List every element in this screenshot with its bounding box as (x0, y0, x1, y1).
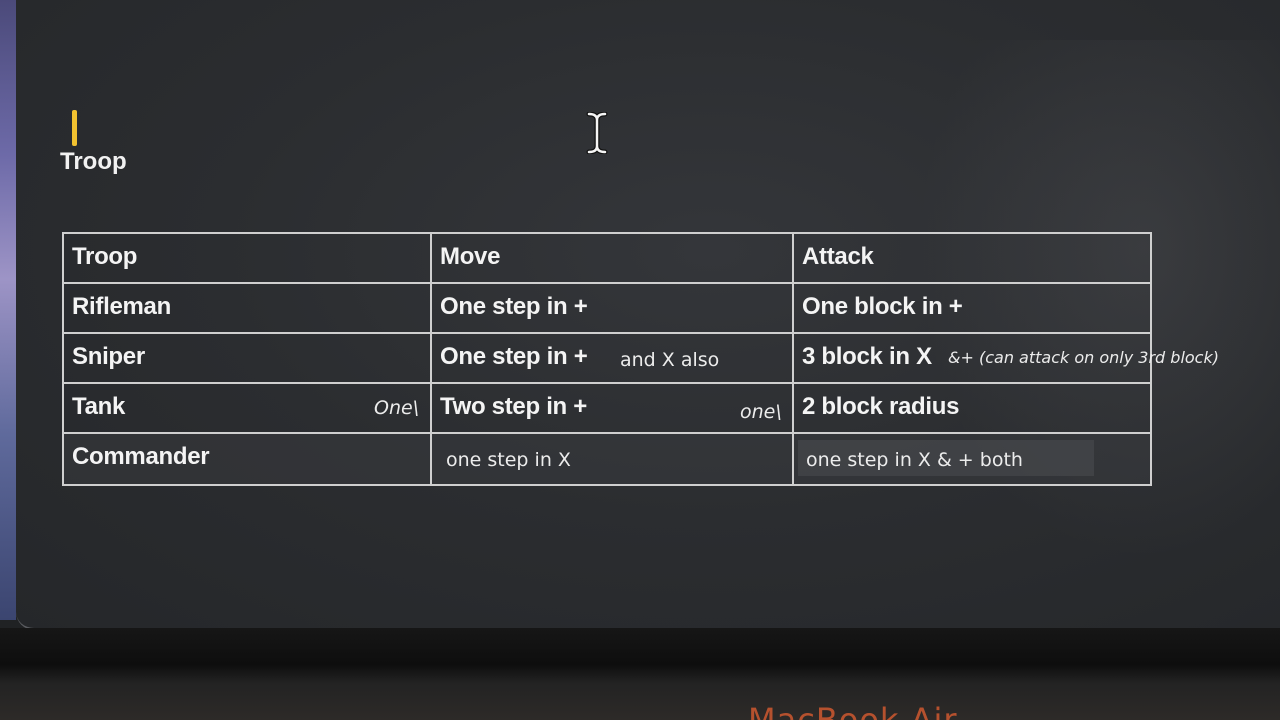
table-cell[interactable]: One step in + (430, 284, 792, 334)
table-cell[interactable]: 3 block in X &+ (can attack on only 3rd … (792, 334, 1219, 384)
header-troop: Troop (72, 243, 138, 270)
table-cell[interactable]: Tank One\ (62, 384, 430, 434)
laptop-brand-label: MacBook Air (748, 701, 958, 720)
table-cell[interactable]: Commander (62, 434, 430, 484)
attack-text: 3 block in X (802, 343, 932, 370)
move-text: Two step in + (440, 393, 588, 420)
troop-name: Commander (72, 443, 210, 470)
troop-name: Rifleman (72, 293, 171, 320)
move-text: One step in + (440, 343, 588, 370)
table-cell[interactable]: Rifleman (62, 284, 430, 334)
document-heading[interactable]: Troop (60, 148, 127, 176)
table-row: Rifleman One step in + One block in + (62, 282, 1152, 334)
attack-note: &+ (can attack on only 3rd block) (948, 348, 1219, 367)
table-cell[interactable]: one step in X & + both (792, 434, 1152, 484)
table-cell[interactable]: one step in X (430, 434, 792, 484)
table-cell[interactable]: One block in + (792, 284, 1152, 334)
table-cell[interactable]: Two step in + one\ (430, 384, 792, 434)
photo-frame: Troop Troop Move Attack Rifleman One ste… (0, 0, 1280, 720)
table-cell[interactable]: Sniper (62, 334, 430, 384)
attack-text: One block in + (802, 293, 963, 320)
attack-text: 2 block radius (802, 393, 960, 420)
table-header-row: Troop Move Attack (62, 232, 1152, 284)
background-window-edge (0, 0, 16, 620)
table-cell[interactable]: Attack (792, 234, 1152, 284)
table-cell[interactable]: Move (430, 234, 792, 284)
move-note: one\ (740, 401, 782, 423)
header-attack: Attack (802, 243, 874, 270)
move-note: and X also (620, 349, 720, 371)
troop-name: Sniper (72, 343, 145, 370)
troop-note: One\ (374, 397, 420, 419)
move-text: One step in + (440, 293, 588, 320)
table-row: Commander one step in X one step in X & … (62, 432, 1152, 486)
table-row: Sniper One step in + and X also 3 block … (62, 332, 1219, 384)
table-row: Tank One\ Two step in + one\ 2 block rad… (62, 382, 1152, 434)
troop-name: Tank (72, 393, 126, 420)
troop-table: Troop Move Attack Rifleman One step in + (62, 232, 1219, 486)
table-cell[interactable]: 2 block radius (792, 384, 1152, 434)
attack-text: one step in X & + both (806, 449, 1023, 471)
table-cell[interactable]: One step in + and X also (430, 334, 792, 384)
document-editor[interactable]: Troop Troop Move Attack Rifleman One ste… (16, 0, 1280, 630)
laptop-bezel (0, 628, 1280, 720)
text-caret (72, 110, 77, 146)
header-move: Move (440, 243, 501, 270)
table-cell[interactable]: Troop (62, 234, 430, 284)
ibeam-cursor-icon (586, 112, 608, 154)
move-text: one step in X (446, 449, 571, 471)
